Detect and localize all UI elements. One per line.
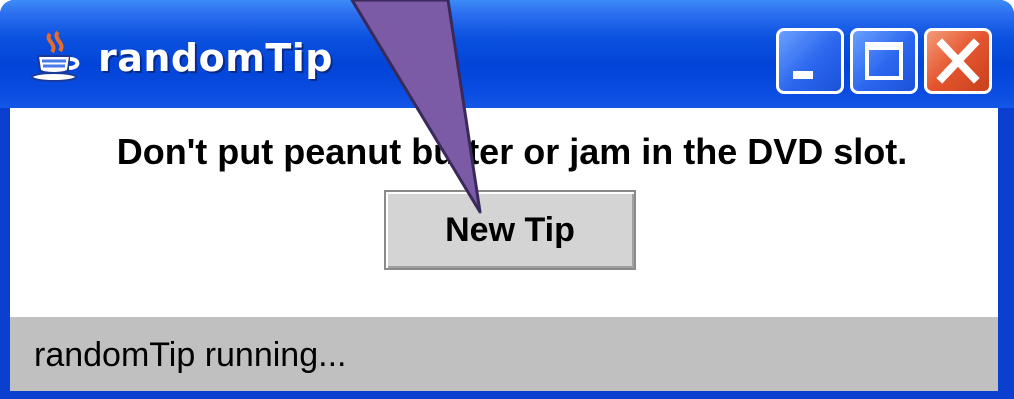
minimize-button[interactable]	[776, 28, 844, 94]
screenshot-stage: randomTip Don't put peanut butter or jam…	[0, 0, 1014, 399]
maximize-button[interactable]	[850, 28, 918, 94]
status-text: randomTip running...	[34, 336, 347, 374]
content-panel: Don't put peanut butter or jam in the DV…	[10, 108, 998, 317]
window-title: randomTip	[98, 36, 333, 80]
status-bar: randomTip running...	[10, 317, 998, 391]
maximize-icon	[865, 42, 903, 80]
tip-label: Don't put peanut butter or jam in the DV…	[116, 131, 908, 172]
close-button[interactable]	[924, 28, 992, 94]
title-bar[interactable]: randomTip	[0, 0, 1014, 108]
new-tip-button[interactable]: New Tip	[384, 190, 636, 270]
app-window: randomTip Don't put peanut butter or jam…	[0, 0, 1014, 399]
close-icon	[936, 38, 980, 84]
minimize-icon	[793, 71, 813, 79]
java-coffee-cup-icon	[31, 30, 80, 82]
